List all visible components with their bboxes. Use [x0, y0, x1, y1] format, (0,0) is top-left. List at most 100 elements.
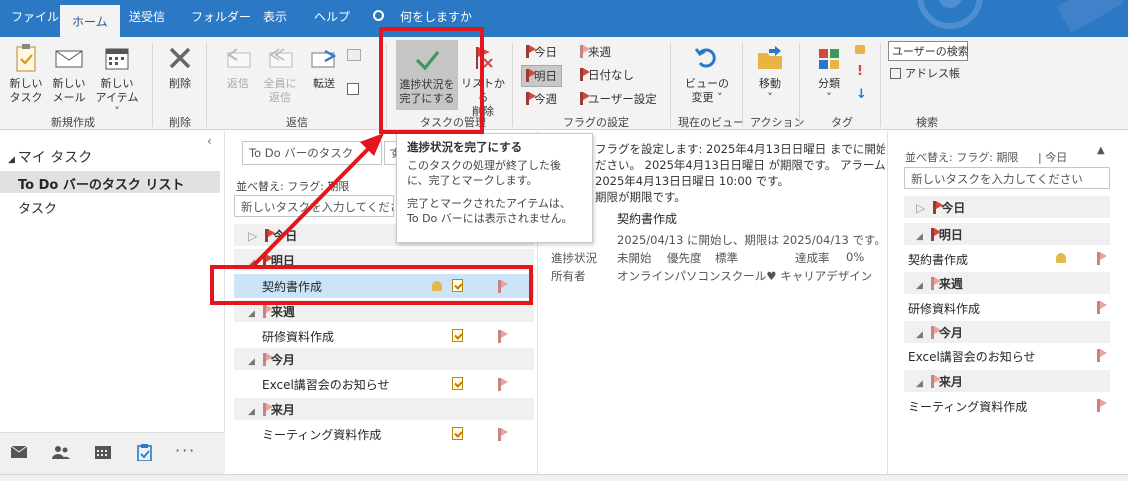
- task-subject: Excel講習会のお知らせ: [262, 378, 390, 392]
- percent-label: 達成率: [795, 251, 830, 265]
- task-row[interactable]: 研修資料作成: [234, 324, 534, 348]
- forward-label: 転送: [313, 77, 335, 90]
- todo-task-row[interactable]: ミーティング資料作成: [904, 395, 1124, 417]
- categorize-button[interactable]: 分類 ˅: [812, 43, 846, 105]
- folder-tasks[interactable]: タスク: [18, 198, 57, 217]
- sort-label[interactable]: 並べ替え: フラグ: 期限: [236, 178, 349, 194]
- flag-icon: [262, 353, 273, 366]
- todo-group-next-week[interactable]: ◢ 来週: [904, 272, 1110, 294]
- change-view-button[interactable]: ビューの 変更 ˅: [684, 43, 730, 105]
- flag-tomorrow-button[interactable]: 明日: [521, 65, 562, 87]
- flag-icon[interactable]: [498, 428, 508, 441]
- more-respond-icon[interactable]: [347, 83, 367, 97]
- new-mail-label: 新しい メール: [52, 77, 86, 104]
- todo-group-this-month[interactable]: ◢ 今月: [904, 321, 1110, 343]
- search-input[interactable]: To Do バーのタスク: [242, 141, 382, 165]
- new-items-label: 新しい アイテム ˅: [95, 77, 139, 118]
- forward-button[interactable]: 転送: [306, 43, 342, 91]
- todo-task-subject: ミーティング資料作成: [908, 400, 1028, 414]
- todo-task-row[interactable]: Excel講習会のお知らせ: [904, 345, 1124, 367]
- flag-icon: [580, 92, 590, 105]
- status-value: 未開始: [617, 251, 652, 265]
- todo-group-tomorrow[interactable]: ◢ 明日: [904, 223, 1110, 245]
- tab-send-receive[interactable]: 送受信: [129, 8, 165, 25]
- my-tasks-header[interactable]: ◢ マイ タスク: [8, 147, 92, 167]
- flag-icon[interactable]: [1097, 399, 1107, 412]
- todo-sort-value[interactable]: | 今日: [1038, 149, 1067, 165]
- new-task-input[interactable]: 新しいタスクを入力してください: [234, 195, 394, 217]
- flag-custom-button[interactable]: ユーザー設定: [580, 91, 657, 107]
- flag-icon[interactable]: [498, 330, 508, 343]
- task-complete-icon[interactable]: [452, 427, 463, 440]
- flag-no-date-button[interactable]: 日付なし: [580, 67, 634, 83]
- task-row[interactable]: ミーティング資料作成: [234, 422, 534, 446]
- task-complete-icon[interactable]: [452, 329, 463, 342]
- private-lock-icon[interactable]: [855, 45, 865, 54]
- flag-this-week-button[interactable]: 今週: [526, 91, 557, 107]
- more-options-icon[interactable]: ···: [175, 441, 196, 460]
- group-label-follow-up: フラグの設定: [563, 116, 629, 129]
- ribbon-separator: [742, 43, 743, 127]
- new-task-button[interactable]: 新しい タスク: [8, 43, 44, 105]
- highlight-box-mark-complete: [379, 27, 484, 134]
- highlight-box-selected-task: [210, 265, 533, 305]
- todo-task-row[interactable]: 契約書作成: [904, 248, 1124, 270]
- tab-file[interactable]: ファイル: [11, 8, 59, 25]
- todo-sort-label[interactable]: 並べ替え: フラグ: 期限: [905, 149, 1018, 165]
- group-header-this-month[interactable]: ◢ 今月: [234, 348, 534, 370]
- reply-button[interactable]: 返信: [220, 43, 256, 91]
- calendar-icon[interactable]: [95, 446, 111, 459]
- tab-help[interactable]: ヘルプ: [314, 8, 350, 25]
- delete-button[interactable]: 削除: [162, 43, 198, 91]
- flag-icon[interactable]: [1097, 252, 1107, 265]
- task-row[interactable]: Excel講習会のお知らせ: [234, 372, 534, 396]
- folder-move-icon: [758, 46, 782, 69]
- new-mail-button[interactable]: 新しい メール: [50, 43, 88, 105]
- reply-icon: [227, 48, 251, 68]
- search-people-input[interactable]: ユーザーの検索: [888, 41, 969, 61]
- todo-group-next-month[interactable]: ◢ 来月: [904, 370, 1110, 392]
- collapse-pane-icon[interactable]: ‹: [207, 134, 212, 148]
- address-book-icon: [890, 68, 901, 79]
- todo-task-subject: 契約書作成: [908, 253, 969, 267]
- people-icon[interactable]: [52, 445, 70, 459]
- address-book-button[interactable]: アドレス帳: [890, 65, 960, 81]
- tab-view[interactable]: 表示: [263, 8, 287, 25]
- todo-new-task-input[interactable]: 新しいタスクを入力してください: [904, 167, 1110, 189]
- navigation-bar: ···: [0, 432, 225, 474]
- todo-group-today[interactable]: ▷ 今日: [904, 196, 1110, 218]
- task-subject: 研修資料作成: [262, 330, 335, 344]
- flag-next-week-button[interactable]: 来週: [580, 44, 611, 60]
- tab-home[interactable]: ホーム: [60, 5, 120, 37]
- tell-me-search[interactable]: 何をしますか: [400, 8, 472, 25]
- flag-icon: [930, 277, 941, 290]
- delete-x-icon: [169, 47, 191, 69]
- tab-folder[interactable]: フォルダー: [191, 8, 251, 25]
- reply-all-icon: [269, 48, 293, 68]
- folder-todo-list[interactable]: To Do バーのタスク リスト: [0, 171, 220, 193]
- flag-today-button[interactable]: 今日: [526, 44, 557, 60]
- flag-icon[interactable]: [498, 378, 508, 391]
- mail-icon[interactable]: [11, 446, 27, 458]
- calendar-grid-icon: [105, 48, 129, 70]
- status-label: 進捗状況: [551, 251, 597, 265]
- flag-icon[interactable]: [1097, 301, 1107, 314]
- move-button[interactable]: 移動 ˅: [752, 43, 788, 105]
- new-items-button[interactable]: 新しい アイテム ˅: [92, 43, 142, 119]
- ribbon-tab-bar: ファイル ホーム 送受信 フォルダー 表示 ヘルプ 何をしますか: [0, 0, 1128, 37]
- meeting-reply-icon[interactable]: [347, 49, 361, 61]
- flag-icon: [262, 305, 273, 318]
- task-complete-icon[interactable]: [452, 377, 463, 390]
- lightbulb-icon: [373, 10, 384, 21]
- clipboard-check-icon: [16, 44, 36, 72]
- tasks-icon[interactable]: [137, 444, 152, 461]
- high-importance-icon[interactable]: !: [857, 64, 863, 79]
- reply-all-button[interactable]: 全員に 返信: [260, 43, 300, 105]
- flag-icon[interactable]: [1097, 349, 1107, 362]
- todo-task-row[interactable]: 研修資料作成: [904, 297, 1124, 319]
- flag-icon: [930, 375, 941, 388]
- low-importance-icon[interactable]: ↓: [856, 87, 867, 102]
- group-header-next-month[interactable]: ◢ 来月: [234, 398, 534, 420]
- tooltip-title: 進捗状況を完了にする: [407, 140, 523, 154]
- sort-toggle-icon[interactable]: ▲: [1097, 145, 1105, 156]
